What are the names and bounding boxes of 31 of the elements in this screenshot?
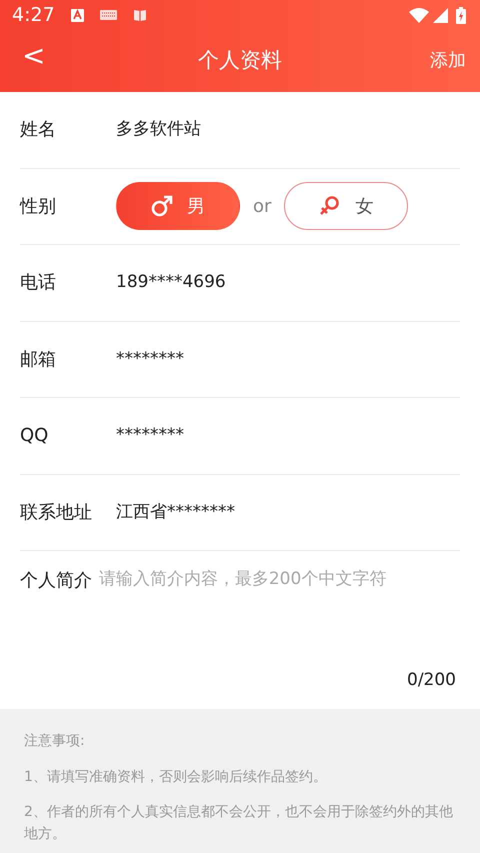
battery-icon: [456, 6, 466, 24]
character-counter: 0/200: [407, 668, 456, 692]
book-icon: [132, 8, 147, 22]
field-label: 性别: [20, 194, 57, 219]
keyboard-icon: [100, 10, 117, 20]
male-sign-icon: [151, 195, 173, 218]
back-button[interactable]: <: [14, 42, 54, 70]
field-label: 联系地址: [20, 500, 93, 525]
field-label: 个人简介: [20, 569, 93, 593]
note-text: 2、作者的所有个人真实信息都不会公开，也不会用于除签约外的其他地方。: [24, 803, 454, 844]
signal-icon: [433, 8, 448, 22]
wifi-icon: [409, 8, 429, 22]
field-label: QQ: [20, 424, 50, 448]
app-icon: [70, 8, 84, 22]
female-sign-icon: [319, 195, 342, 218]
field-label: 邮箱: [20, 348, 57, 372]
note-text: 1、请填写准确资料，否则会影响后续作品签约。: [24, 768, 328, 787]
field-value: 多多软件站: [116, 118, 201, 141]
field-value: ********: [116, 424, 184, 447]
field-label: 电话: [20, 271, 57, 296]
page-title: 个人资料: [198, 47, 282, 74]
field-value: ********: [116, 348, 184, 370]
separator-text: or: [253, 194, 272, 219]
status-time: 4:27: [12, 2, 55, 28]
field-label: 姓名: [20, 118, 57, 142]
add-button[interactable]: 添加: [430, 47, 466, 74]
field-value: 江西省********: [116, 500, 235, 524]
field-value: 189****4696: [116, 271, 226, 294]
notes-title: 注意事项:: [24, 732, 86, 751]
gender-option[interactable]: 女: [284, 182, 408, 230]
gender-option[interactable]: 男: [116, 182, 240, 230]
